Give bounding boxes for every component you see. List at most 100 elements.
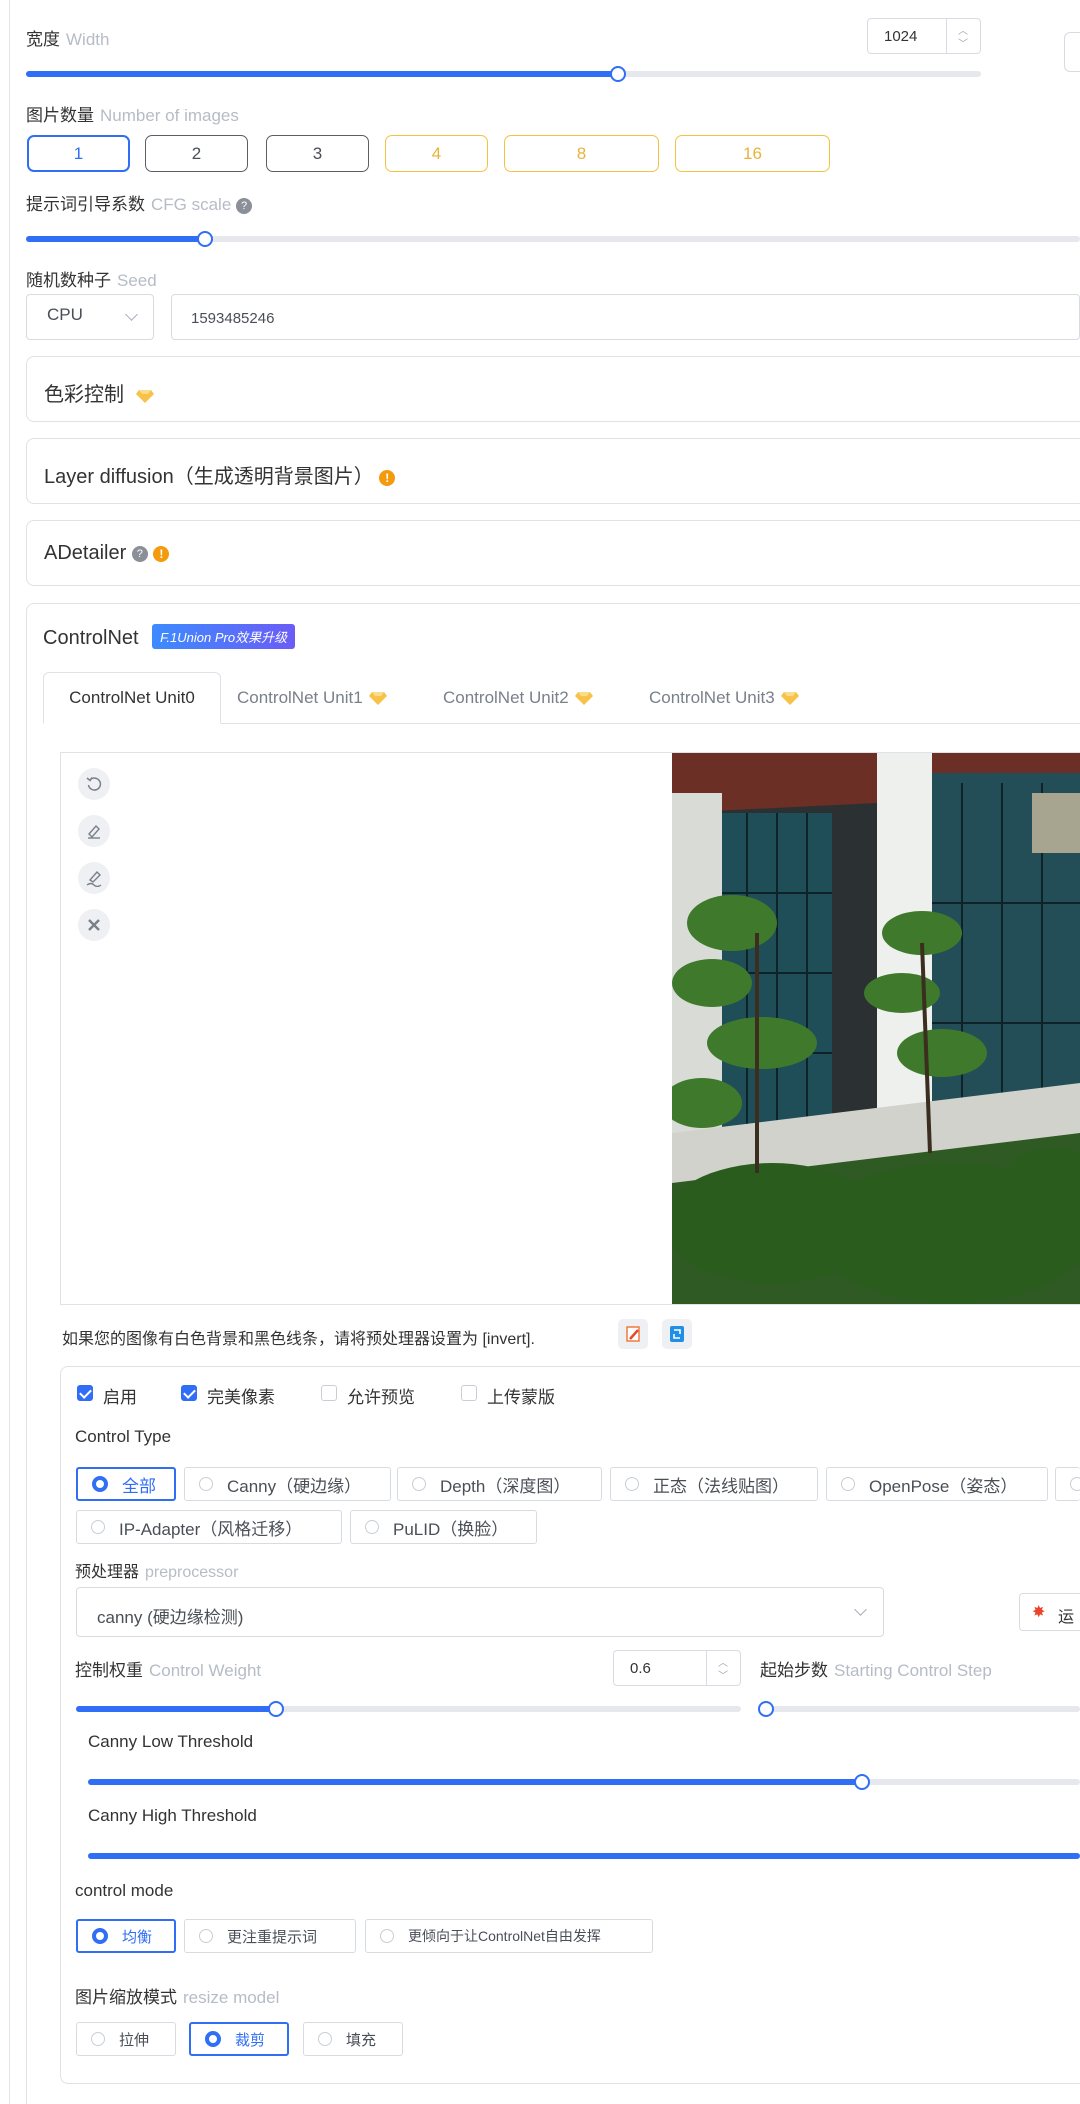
radio-dot bbox=[91, 2032, 105, 2046]
allow-preview-checkbox[interactable] bbox=[321, 1385, 337, 1401]
control-type-pulid[interactable]: PuLID（换脸） bbox=[350, 1510, 537, 1544]
undo-button[interactable] bbox=[78, 768, 110, 800]
canny-low-slider-thumb[interactable] bbox=[853, 1774, 870, 1790]
images-option-1[interactable]: 1 bbox=[27, 135, 130, 172]
tab-controlnet-unit1[interactable]: ControlNet Unit1 bbox=[237, 672, 387, 724]
control-type-ip-adapter[interactable]: IP-Adapter（风格迁移） bbox=[76, 1510, 342, 1544]
pencil-icon bbox=[626, 1326, 640, 1342]
images-option-2-label: 2 bbox=[191, 143, 202, 163]
swap-image-button[interactable] bbox=[662, 1319, 692, 1349]
control-mode-prompt[interactable]: 更注重提示词 bbox=[184, 1919, 356, 1953]
control-type-openpose[interactable]: OpenPose（姿态） bbox=[826, 1467, 1048, 1501]
preprocessor-label: 预处理器 preprocessor bbox=[75, 1558, 238, 1582]
undo-icon bbox=[86, 777, 102, 791]
tab-unit0-label: ControlNet Unit0 bbox=[69, 688, 195, 707]
preprocessor-select[interactable]: canny (硬边缘检测) bbox=[76, 1587, 884, 1637]
spin-down-icon[interactable]: ﹀ bbox=[958, 35, 968, 50]
radio-dot bbox=[380, 1929, 394, 1943]
resize-mode-fill-label: 填充 bbox=[346, 2031, 377, 2049]
resize-mode-stretch[interactable]: 拉伸 bbox=[76, 2022, 176, 2056]
upload-mask-checkbox[interactable] bbox=[461, 1385, 477, 1401]
tab-controlnet-unit3[interactable]: ControlNet Unit3 bbox=[649, 672, 799, 724]
control-type-pulid-label: PuLID（换脸） bbox=[393, 1519, 509, 1539]
edit-image-button[interactable] bbox=[618, 1319, 648, 1349]
layer-diffusion-label: Layer diffusion（生成透明背景图片） bbox=[44, 466, 374, 488]
seed-label: 随机数种子 Seed bbox=[26, 266, 157, 291]
invert-hint: 如果您的图像有白色背景和黑色线条，请将预处理器设置为 [invert]. bbox=[62, 1325, 535, 1349]
pixel-perfect-checkbox[interactable] bbox=[181, 1385, 197, 1401]
images-option-8[interactable]: 8 bbox=[504, 135, 659, 172]
adetailer-panel[interactable]: ADetailer ? ! bbox=[26, 520, 1080, 586]
starting-step-label-cn: 起始步数 bbox=[760, 1661, 828, 1680]
images-option-2[interactable]: 2 bbox=[145, 135, 248, 172]
images-option-4[interactable]: 4 bbox=[385, 135, 488, 172]
color-control-label: 色彩控制 bbox=[44, 384, 124, 406]
run-preprocessor-button[interactable]: ✸ 运 bbox=[1019, 1593, 1080, 1631]
control-mode-balanced[interactable]: 均衡 bbox=[76, 1919, 176, 1953]
width-slider-thumb[interactable] bbox=[610, 66, 627, 82]
resize-mode-crop[interactable]: 裁剪 bbox=[189, 2022, 289, 2056]
control-type-normal[interactable]: 正态（法线贴图） bbox=[610, 1467, 818, 1501]
brush-icon bbox=[86, 870, 102, 887]
controlnet-title-label: ControlNet bbox=[43, 627, 139, 649]
radio-dot bbox=[1070, 1477, 1080, 1491]
cfg-help-icon[interactable]: ? bbox=[236, 197, 253, 214]
images-option-1-label: 1 bbox=[73, 143, 84, 163]
burst-icon: ✸ bbox=[1032, 1604, 1046, 1621]
controlnet-upgrade-badge[interactable]: F.1Union Pro效果升级 bbox=[152, 624, 296, 649]
adetailer-title: ADetailer ? ! bbox=[44, 542, 170, 565]
starting-step-label: 起始步数 Starting Control Step bbox=[760, 1656, 992, 1681]
cfg-slider-fill bbox=[26, 236, 206, 242]
width-slider[interactable] bbox=[26, 66, 981, 82]
run-preprocessor-label: 运 bbox=[1058, 1609, 1075, 1626]
tab-controlnet-unit2[interactable]: ControlNet Unit2 bbox=[443, 672, 593, 724]
preprocessor-label-en: preprocessor bbox=[145, 1564, 239, 1581]
layer-diffusion-panel[interactable]: Layer diffusion（生成透明背景图片） ! bbox=[26, 438, 1080, 504]
seed-device-value: CPU bbox=[47, 305, 83, 324]
cfg-slider-thumb[interactable] bbox=[197, 231, 214, 247]
color-control-title: 色彩控制 bbox=[44, 378, 154, 407]
tab-unit1-label: ControlNet Unit1 bbox=[237, 688, 363, 707]
enable-checkbox[interactable] bbox=[77, 1385, 93, 1401]
tab-controlnet-unit0[interactable]: ControlNet Unit0 bbox=[43, 672, 221, 724]
control-weight-slider-thumb[interactable] bbox=[267, 1701, 284, 1717]
control-weight-slider[interactable] bbox=[76, 1701, 741, 1717]
chevron-down-icon bbox=[125, 308, 138, 321]
images-option-16[interactable]: 16 bbox=[675, 135, 830, 172]
diamond-icon bbox=[780, 692, 799, 705]
seed-input[interactable]: 1593485246 bbox=[171, 294, 1080, 340]
starting-step-slider-thumb[interactable] bbox=[758, 1701, 774, 1717]
canny-high-slider-fill bbox=[88, 1853, 1080, 1859]
page-left-border bbox=[9, 0, 10, 2104]
control-mode-controlnet[interactable]: 更倾向于让ControlNet自由发挥 bbox=[365, 1919, 653, 1953]
canny-low-slider[interactable] bbox=[88, 1774, 1080, 1790]
images-option-3[interactable]: 3 bbox=[266, 135, 369, 172]
adetailer-help-icon[interactable]: ? bbox=[131, 545, 148, 562]
cfg-slider[interactable] bbox=[26, 231, 1080, 247]
resize-mode-fill[interactable]: 填充 bbox=[303, 2022, 403, 2056]
spin-down-icon[interactable]: ﹀ bbox=[718, 1667, 728, 1682]
seed-device-select[interactable]: CPU bbox=[26, 294, 154, 340]
width-label-cn: 宽度 bbox=[26, 30, 60, 49]
color-control-panel[interactable]: 色彩控制 bbox=[26, 356, 1080, 422]
erase-button[interactable] bbox=[78, 815, 110, 847]
starting-step-slider[interactable] bbox=[758, 1701, 1080, 1717]
width-number-input[interactable]: 1024 ︿ ﹀ bbox=[867, 18, 981, 54]
canny-high-slider[interactable] bbox=[88, 1853, 1080, 1859]
control-weight-spinner[interactable]: ︿ ﹀ bbox=[706, 1651, 740, 1685]
brush-button[interactable] bbox=[78, 862, 110, 894]
control-type-depth[interactable]: Depth（深度图） bbox=[397, 1467, 602, 1501]
canny-low-slider-fill bbox=[88, 1779, 862, 1785]
control-type-all[interactable]: 全部 bbox=[76, 1467, 176, 1501]
canny-high-label: Canny High Threshold bbox=[88, 1806, 257, 1825]
control-weight-input[interactable]: 0.6 ︿ ﹀ bbox=[613, 1650, 741, 1686]
control-type-canny[interactable]: Canny（硬边缘） bbox=[184, 1467, 391, 1501]
width-spinner[interactable]: ︿ ﹀ bbox=[946, 19, 980, 53]
chevron-down-icon bbox=[854, 1603, 867, 1616]
control-type-more[interactable] bbox=[1055, 1467, 1080, 1501]
enable-label: 启用 bbox=[103, 1388, 137, 1407]
adetailer-label: ADetailer bbox=[44, 542, 127, 564]
resize-mode-label-cn: 图片缩放模式 bbox=[75, 1988, 177, 2007]
side-toggle-button[interactable] bbox=[1064, 32, 1080, 72]
clear-button[interactable] bbox=[78, 909, 110, 941]
